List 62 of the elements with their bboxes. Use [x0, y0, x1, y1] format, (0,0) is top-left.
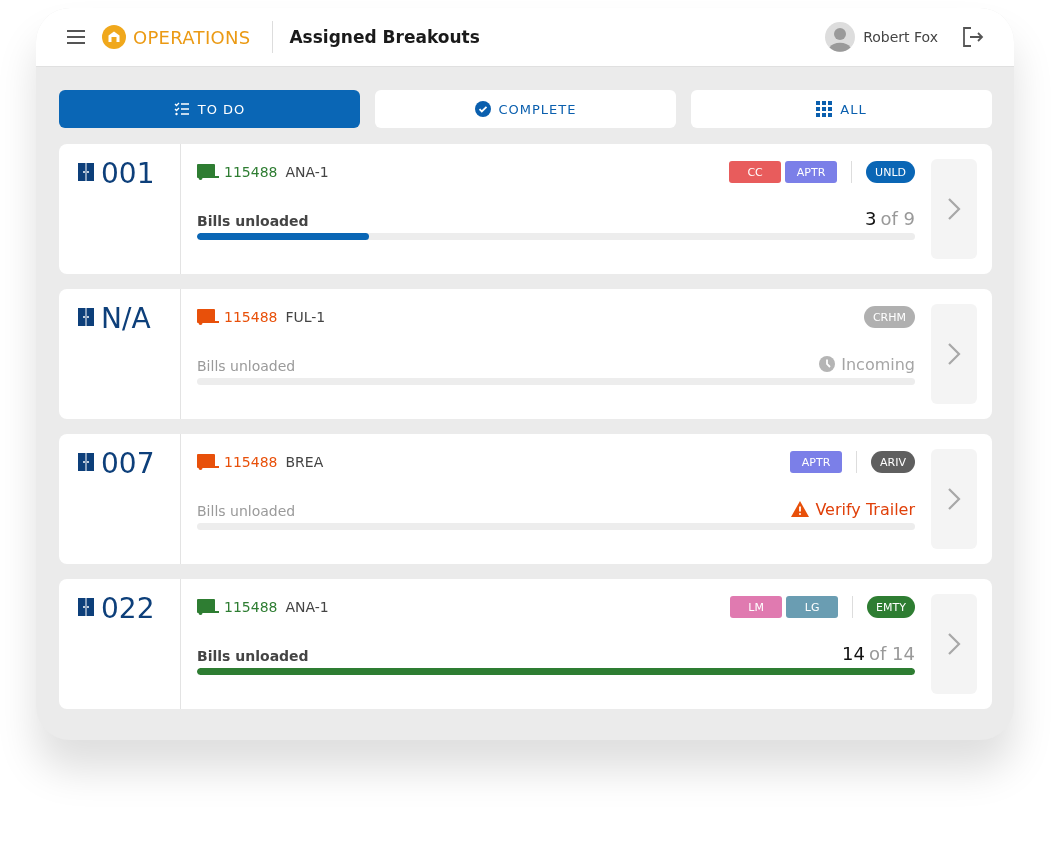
user-name: Robert Fox: [863, 29, 938, 45]
open-button[interactable]: [931, 304, 977, 404]
status-badge: EMTY: [867, 596, 915, 618]
tag: APTR: [785, 161, 838, 183]
door-number: N/A: [101, 305, 151, 333]
door-icon: [78, 308, 94, 326]
open-button[interactable]: [931, 449, 977, 549]
open-button[interactable]: [931, 159, 977, 259]
menu-icon[interactable]: [66, 30, 86, 44]
check-circle-icon: [474, 101, 491, 117]
breakout-card[interactable]: N/A 115488 FUL-1 CRHM Bills unloaded Incoming: [59, 289, 992, 419]
door-icon: [78, 453, 94, 471]
chevron-icon: [947, 342, 961, 366]
breakout-card[interactable]: 001 115488 ANA-1 CC APTR UNLD Bills unloaded 3 of 9: [59, 144, 992, 274]
door-icon: [78, 163, 94, 181]
total-count: of 9: [880, 208, 915, 229]
open-button[interactable]: [931, 594, 977, 694]
filter-tab[interactable]: TO DO: [59, 90, 360, 128]
breakout-card[interactable]: 022 115488 ANA-1 LM LG EMTY Bills unloaded 14 of 14: [59, 579, 992, 709]
avatar: [825, 22, 856, 52]
status-badge: UNLD: [866, 161, 915, 183]
location-code: ANA-1: [285, 164, 329, 180]
door-number: 007: [101, 450, 155, 478]
page-title: Assigned Breakouts: [289, 27, 480, 47]
tag: LG: [786, 596, 839, 618]
door-number: 022: [101, 595, 155, 623]
status-badge: ARIV: [871, 451, 915, 473]
progress-label: Bills unloaded: [197, 213, 309, 229]
total-count: of 14: [869, 643, 915, 664]
location-code: BREA: [285, 454, 324, 470]
chevron-icon: [947, 197, 961, 221]
clock-icon: [819, 356, 836, 372]
trailer-number: 115488: [224, 599, 278, 615]
grid-icon: [816, 101, 833, 117]
trailer-number: 115488: [224, 164, 278, 180]
breakout-card[interactable]: 007 115488 BREA APTR ARIV Bills unloaded Verify Trailer: [59, 434, 992, 564]
warning-text: Verify Trailer: [815, 500, 915, 519]
door-number: 001: [101, 160, 155, 188]
warning-icon: [791, 501, 810, 517]
warehouse-logo-icon: [102, 25, 126, 49]
progress-label: Bills unloaded: [197, 358, 296, 374]
logout-icon[interactable]: [962, 27, 984, 47]
trailer-number: 115488: [224, 309, 278, 325]
trailer-number: 115488: [224, 454, 278, 470]
brand-name: OPERATIONS: [133, 26, 251, 48]
location-code: FUL-1: [285, 309, 326, 325]
chevron-icon: [947, 487, 961, 511]
done-count: 14: [842, 643, 865, 664]
checklist-icon: [173, 101, 190, 117]
status-badge: CRHM: [863, 306, 915, 328]
filter-tab[interactable]: COMPLETE: [375, 90, 676, 128]
door-icon: [78, 598, 94, 616]
progress-label: Bills unloaded: [197, 503, 296, 519]
tag: LM: [730, 596, 783, 618]
progress-label: Bills unloaded: [197, 648, 309, 664]
tag: CC: [729, 161, 782, 183]
tag: APTR: [790, 451, 843, 473]
filter-tab[interactable]: ALL: [691, 90, 992, 128]
chevron-icon: [947, 632, 961, 656]
done-count: 3: [865, 208, 877, 229]
location-code: ANA-1: [285, 599, 329, 615]
status-text: Incoming: [841, 355, 915, 374]
